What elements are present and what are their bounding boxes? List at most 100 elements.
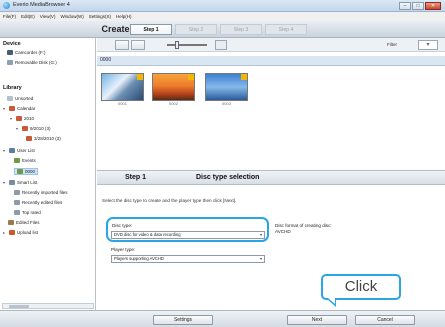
sidebar-item-label: Top rated	[22, 210, 41, 215]
sidebar-item-label: Calendar	[17, 106, 36, 111]
calendar-icon	[26, 136, 32, 141]
thumbnail-label: 0001	[118, 101, 127, 106]
sidebar-item-upload-list[interactable]: ▸ Upload list	[3, 230, 38, 235]
event-icon	[17, 169, 23, 174]
sidebar-item-label: Events	[22, 158, 36, 163]
disc-type-highlight	[106, 217, 269, 242]
instruction-text: Select the disc type to create and the p…	[102, 198, 237, 203]
zoom-slider[interactable]	[167, 41, 207, 49]
sidebar-item-month[interactable]: ▾ 9/2010 (3)	[16, 126, 51, 131]
group-header-label: 0000	[100, 57, 112, 63]
step-name: Disc type selection	[196, 174, 260, 181]
list-view-button[interactable]	[131, 40, 145, 50]
callout-text: Click	[344, 278, 378, 295]
callout-pointer-inner	[328, 298, 335, 304]
camcorder-icon	[7, 50, 13, 55]
sidebar-item-label: 2010	[24, 116, 35, 121]
menu-window[interactable]: Window(W)	[60, 14, 83, 19]
view-toolbar: Filter ▾	[97, 38, 445, 52]
user-list-icon	[9, 148, 15, 153]
sidebar-item-recently-imported[interactable]: Recently imported files	[14, 190, 68, 195]
flag-icon	[137, 74, 143, 80]
grid-view-button[interactable]	[115, 40, 129, 50]
window-title: Everio MediaBrowser 4	[13, 2, 70, 8]
menu-bar: File(F) Edit(E) View(V) Window(W) Settin…	[0, 12, 445, 21]
menu-help[interactable]: Help(H)	[116, 14, 132, 19]
sidebar-item-events[interactable]: Events	[14, 158, 36, 163]
maximize-button[interactable]: □	[412, 2, 424, 10]
sidebar-item-camcorder[interactable]: Camcorder (F:)	[7, 50, 46, 55]
next-button[interactable]: Next	[287, 315, 347, 325]
player-type-value: Players supporting AVCHD	[114, 256, 164, 261]
upload-icon	[9, 230, 15, 235]
media-thumbnail[interactable]	[101, 73, 144, 101]
calendar-icon	[22, 126, 28, 131]
media-thumbnail[interactable]	[205, 73, 248, 101]
cancel-button[interactable]: Cancel	[355, 315, 415, 325]
click-callout: Click	[321, 274, 401, 307]
device-section-title: Device	[3, 41, 21, 47]
menu-settings[interactable]: Settings(S)	[89, 14, 111, 19]
folder-icon	[7, 96, 13, 101]
sidebar: Device Camcorder (F:) Removable Disk (G:…	[0, 38, 96, 312]
sidebar-item-removable-disk[interactable]: Removable Disk (G:)	[7, 60, 57, 65]
expand-arrow-icon[interactable]: ▾	[3, 180, 7, 185]
expand-arrow-icon[interactable]: ▾	[16, 126, 20, 131]
sidebar-item-label: Edited Files	[16, 220, 40, 225]
sidebar-item-label: 3/28/2010 (3)	[34, 136, 61, 141]
sidebar-item-label: Smart List	[17, 180, 38, 185]
minimize-button[interactable]: –	[399, 2, 411, 10]
title-bar: Everio MediaBrowser 4 – □ ✕	[0, 0, 445, 12]
expand-arrow-icon[interactable]: ▾	[3, 106, 7, 111]
search-folder-icon	[14, 190, 20, 195]
sidebar-item-top-rated[interactable]: Top rated	[14, 210, 41, 215]
sidebar-item-label: Upload list	[17, 230, 39, 235]
thumbnail-label: 0003	[222, 101, 231, 106]
expand-arrow-icon[interactable]: ▸	[3, 230, 7, 235]
sidebar-item-day[interactable]: 3/28/2010 (3)	[26, 136, 61, 141]
zoom-icon[interactable]	[215, 40, 227, 50]
smart-list-icon	[9, 180, 15, 185]
player-type-select[interactable]: Players supporting AVCHD ▾	[111, 255, 265, 263]
sidebar-item-smart-list[interactable]: ▾ Smart List	[3, 180, 37, 185]
filter-dropdown[interactable]: ▾	[418, 40, 438, 50]
disc-format-label: Disc format of creating disc:	[275, 223, 332, 228]
media-thumbnail[interactable]	[152, 73, 195, 101]
calendar-icon	[9, 106, 15, 111]
menu-view[interactable]: View(V)	[40, 14, 56, 19]
sidebar-item-label: User List	[17, 148, 35, 153]
player-type-label: Player type:	[111, 247, 136, 252]
sidebar-item-2010[interactable]: ▾ 2010	[10, 116, 34, 121]
expand-arrow-icon[interactable]: ▾	[10, 116, 14, 121]
sidebar-item-user-list[interactable]: ▾ User List	[3, 148, 35, 153]
expand-arrow-icon[interactable]: ▾	[3, 148, 7, 153]
disk-icon	[7, 60, 13, 65]
close-button[interactable]: ✕	[425, 2, 441, 10]
search-folder-icon	[14, 200, 20, 205]
menu-edit[interactable]: Edit(E)	[21, 14, 35, 19]
sidebar-item-calendar[interactable]: ▾ Calendar	[3, 106, 35, 111]
tab-step-1: Step 1	[130, 24, 172, 35]
group-header: 0000	[97, 56, 445, 66]
calendar-icon	[16, 116, 22, 121]
filter-label: Filter	[387, 42, 397, 47]
sidebar-item-label: Recently edited files	[22, 200, 63, 205]
sidebar-item-recently-edited[interactable]: Recently edited files	[14, 200, 62, 205]
sidebar-item-label: 9/2010 (3)	[30, 126, 51, 131]
sidebar-item-label: 0000	[25, 169, 36, 174]
flag-icon	[241, 74, 247, 80]
window-controls: – □ ✕	[399, 2, 441, 10]
sidebar-item-label: Unsorted	[15, 96, 34, 101]
sidebar-scrollbar[interactable]	[2, 303, 94, 309]
sidebar-item-unsorted[interactable]: Unsorted	[7, 96, 33, 101]
tab-step-2: Step 2	[175, 24, 217, 35]
scrollbar-thumb[interactable]	[9, 305, 29, 308]
zoom-slider-thumb[interactable]	[175, 41, 179, 49]
settings-button[interactable]: Settings	[153, 315, 213, 325]
app-icon	[3, 2, 10, 9]
menu-file[interactable]: File(F)	[3, 14, 16, 19]
step-number: Step 1	[125, 174, 147, 181]
flag-icon	[188, 74, 194, 80]
sidebar-item-0000[interactable]: 0000	[14, 168, 39, 175]
sidebar-item-edited-files[interactable]: Edited Files	[8, 220, 40, 225]
